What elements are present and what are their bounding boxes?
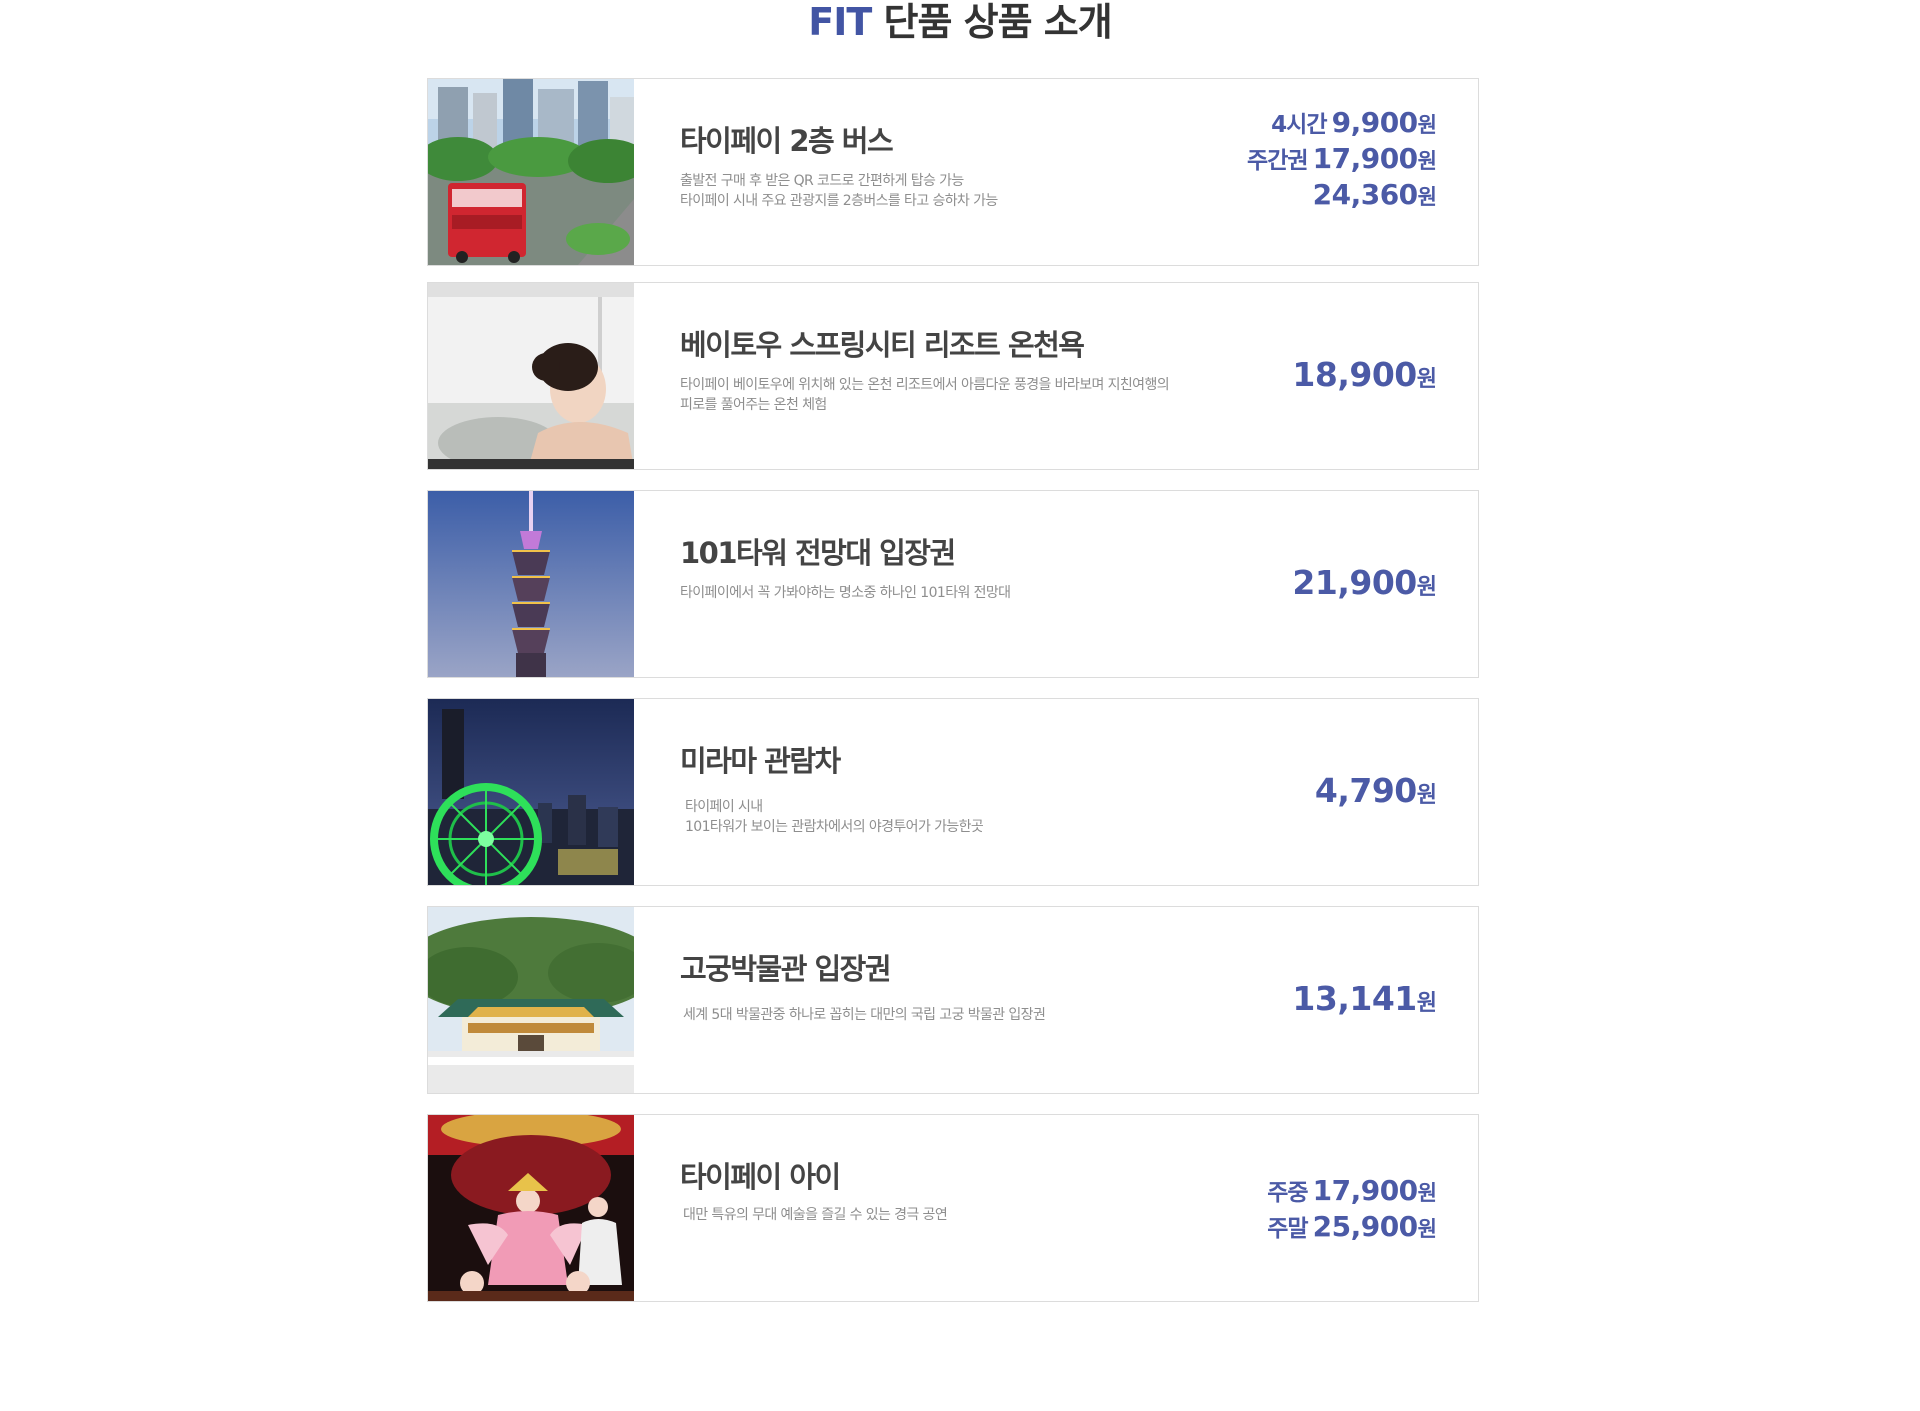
product-name: 타이페이 2층 버스 bbox=[680, 124, 894, 158]
product-info: 미라마 관람차 타이페이 시내 101타워가 보이는 관람차에서의 야경투어가 … bbox=[680, 699, 1240, 885]
price-unit: 원 bbox=[1416, 783, 1437, 808]
product-description: 타이페이 시내 101타워가 보이는 관람차에서의 야경투어가 가능한곳 bbox=[685, 797, 984, 837]
price-value: 18,900 bbox=[1292, 355, 1417, 394]
description-line: 대만 특유의 무대 예술을 즐길 수 있는 경극 공연 bbox=[683, 1207, 948, 1223]
price-value: 9,900 bbox=[1331, 106, 1419, 139]
page-title-text: 단품 상품 소개 bbox=[871, 0, 1113, 44]
product-info: 베이토우 스프링시티 리조트 온천욕 타이페이 베이토우에 위치해 있는 온천 … bbox=[680, 283, 1240, 469]
price-unit: 원 bbox=[1416, 991, 1437, 1016]
product-info: 타이페이 아이 대만 특유의 무대 예술을 즐길 수 있는 경극 공연 bbox=[680, 1115, 1240, 1301]
product-card-taipei-eye[interactable]: 타이페이 아이 대만 특유의 무대 예술을 즐길 수 있는 경극 공연 주중 1… bbox=[427, 1114, 1479, 1302]
product-description: 출발전 구매 후 받은 QR 코드로 간편하게 탑승 가능 타이페이 시내 주요… bbox=[680, 171, 998, 211]
product-card-palace-museum[interactable]: 고궁박물관 입장권 세계 5대 박물관중 하나로 꼽히는 대만의 국립 고궁 박… bbox=[427, 906, 1479, 1094]
price-value: 25,900 bbox=[1312, 1210, 1419, 1243]
product-name: 타이페이 아이 bbox=[680, 1160, 841, 1194]
price-value: 13,141 bbox=[1292, 979, 1417, 1018]
price-line: 13,141원 bbox=[1292, 979, 1437, 1023]
miramar-ferris-wheel-photo bbox=[428, 699, 634, 885]
price-unit: 원 bbox=[1417, 113, 1437, 137]
product-info: 고궁박물관 입장권 세계 5대 박물관중 하나로 꼽히는 대만의 국립 고궁 박… bbox=[680, 907, 1240, 1093]
price-unit: 원 bbox=[1417, 1181, 1437, 1205]
price-line: 4시간 9,900원 bbox=[1271, 105, 1437, 145]
product-name: 101타워 전망대 입장권 bbox=[680, 536, 956, 570]
product-description: 세계 5대 박물관중 하나로 꼽히는 대만의 국립 고궁 박물관 입장권 bbox=[683, 1005, 1046, 1025]
price-unit: 원 bbox=[1416, 575, 1437, 600]
page-title-accent: FIT bbox=[808, 0, 872, 44]
product-info: 101타워 전망대 입장권 타이페이에서 꼭 가봐야하는 명소중 하나인 101… bbox=[680, 491, 1240, 677]
product-description: 타이페이 베이토우에 위치해 있는 온천 리조트에서 아름다운 풍경을 바라보며… bbox=[680, 375, 1170, 415]
product-name: 고궁박물관 입장권 bbox=[680, 952, 892, 986]
price-value: 17,900 bbox=[1312, 1174, 1419, 1207]
price-line: 주중 17,900원 bbox=[1267, 1173, 1437, 1213]
product-description: 타이페이에서 꼭 가봐야하는 명소중 하나인 101타워 전망대 bbox=[680, 583, 1011, 603]
product-name: 베이토우 스프링시티 리조트 온천욕 bbox=[680, 328, 1085, 362]
taipei-101-tower-photo bbox=[428, 491, 634, 677]
double-decker-bus-photo bbox=[428, 79, 634, 265]
product-card-miramar[interactable]: 미라마 관람차 타이페이 시내 101타워가 보이는 관람차에서의 야경투어가 … bbox=[427, 698, 1479, 886]
product-card-beitou-spa[interactable]: 베이토우 스프링시티 리조트 온천욕 타이페이 베이토우에 위치해 있는 온천 … bbox=[427, 282, 1479, 470]
national-palace-museum-photo bbox=[428, 907, 634, 1093]
page-title: FIT 단품 상품 소개 bbox=[0, 0, 1920, 44]
price-line: 주간권 17,900원 bbox=[1247, 141, 1437, 181]
price-line: 21,900원 bbox=[1292, 563, 1437, 607]
price-unit: 원 bbox=[1416, 367, 1437, 392]
chinese-opera-performance-photo bbox=[428, 1115, 634, 1301]
price-label: 주중 bbox=[1267, 1180, 1308, 1206]
price-value: 17,900 bbox=[1312, 142, 1419, 175]
description-line: 타이페이 시내 주요 관광지를 2층버스를 타고 승하차 가능 bbox=[680, 193, 998, 209]
price-line: 24,360원 bbox=[1312, 177, 1437, 217]
product-card-taipei-101[interactable]: 101타워 전망대 입장권 타이페이에서 꼭 가봐야하는 명소중 하나인 101… bbox=[427, 490, 1479, 678]
description-line: 출발전 구매 후 받은 QR 코드로 간편하게 탑승 가능 bbox=[680, 173, 964, 189]
price-value: 24,360 bbox=[1312, 178, 1419, 211]
price-label: 주말 bbox=[1267, 1216, 1308, 1242]
hot-spring-woman-photo bbox=[428, 283, 634, 469]
price-value: 4,790 bbox=[1314, 771, 1417, 810]
description-line: 101타워가 보이는 관람차에서의 야경투어가 가능한곳 bbox=[685, 819, 984, 835]
product-card-taipei-bus[interactable]: 타이페이 2층 버스 출발전 구매 후 받은 QR 코드로 간편하게 탑승 가능… bbox=[427, 78, 1479, 266]
price-label: 주간권 bbox=[1247, 148, 1308, 174]
description-line: 피로를 풀어주는 온천 체험 bbox=[680, 397, 827, 413]
price-unit: 원 bbox=[1417, 149, 1437, 173]
price-unit: 원 bbox=[1417, 1217, 1437, 1241]
price-label: 4시간 bbox=[1271, 112, 1327, 138]
description-line: 타이페이 시내 bbox=[685, 799, 763, 815]
description-line: 타이페이에서 꼭 가봐야하는 명소중 하나인 101타워 전망대 bbox=[680, 585, 1011, 601]
product-info: 타이페이 2층 버스 출발전 구매 후 받은 QR 코드로 간편하게 탑승 가능… bbox=[680, 79, 1240, 265]
price-unit: 원 bbox=[1417, 185, 1437, 209]
product-description: 대만 특유의 무대 예술을 즐길 수 있는 경극 공연 bbox=[683, 1205, 948, 1225]
price-line: 주말 25,900원 bbox=[1267, 1209, 1437, 1249]
price-line: 4,790원 bbox=[1314, 771, 1437, 815]
price-line: 18,900원 bbox=[1292, 355, 1437, 399]
description-line: 세계 5대 박물관중 하나로 꼽히는 대만의 국립 고궁 박물관 입장권 bbox=[683, 1007, 1046, 1023]
price-value: 21,900 bbox=[1292, 563, 1417, 602]
product-name: 미라마 관람차 bbox=[680, 744, 841, 778]
description-line: 타이페이 베이토우에 위치해 있는 온천 리조트에서 아름다운 풍경을 바라보며… bbox=[680, 377, 1170, 393]
